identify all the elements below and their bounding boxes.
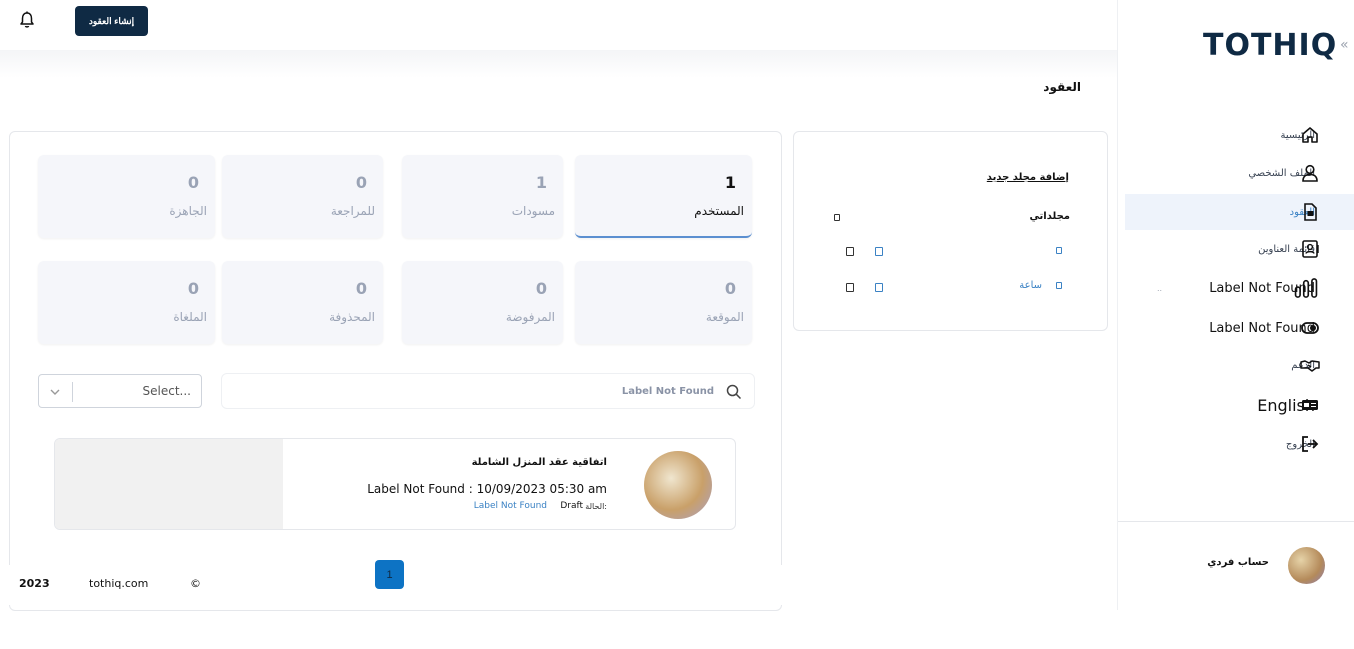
top-bar: إنشاء العقود (0, 0, 1117, 50)
stat-card-cancelled[interactable]: 0 الملغاة (38, 261, 215, 344)
stat-label: للمراجعة (330, 204, 375, 218)
stat-value: 0 (187, 173, 199, 192)
sidebar-divider (1118, 521, 1354, 522)
collapse-sidebar-icon[interactable]: « (1340, 37, 1349, 53)
stat-card-deleted[interactable]: 0 المحذوفة (222, 261, 383, 344)
stat-value: 0 (355, 279, 367, 298)
page-title: العقود (1043, 80, 1081, 94)
home-icon (1302, 127, 1318, 143)
sidebar-item-extra: .. (1157, 284, 1163, 293)
contacts-icon (1302, 240, 1319, 258)
contract-link[interactable]: Label Not Found (474, 501, 547, 511)
select-value: Select... (142, 384, 191, 398)
stat-card-ready[interactable]: 0 الجاهزة (38, 155, 215, 238)
contract-card[interactable]: اتفاقية عقد المنزل الشاملة Label Not Fou… (54, 438, 736, 530)
folders-panel: إضافة مجلد جديد مجلداتي ساعة (793, 131, 1108, 331)
select-separator (72, 382, 73, 402)
contract-title: اتفاقية عقد المنزل الشاملة (471, 457, 607, 468)
user-icon (1302, 164, 1318, 182)
stat-label: الجاهزة (169, 204, 207, 218)
sidebar-item-address-list[interactable]: قائمة العناوين (1125, 231, 1354, 267)
account-name: حساب فردي (1207, 557, 1269, 568)
contract-preview (55, 439, 283, 529)
stat-value: 1 (535, 173, 547, 192)
folder-checkbox[interactable] (846, 283, 854, 292)
add-folder-link[interactable]: إضافة مجلد جديد (987, 172, 1069, 183)
create-contract-button[interactable]: إنشاء العقود (75, 6, 148, 36)
sidebar-item-support[interactable]: الدعم (1125, 347, 1354, 383)
stat-card-drafts[interactable]: 1 مسودات (402, 155, 563, 238)
search-icon (726, 384, 742, 400)
logout-icon (1302, 436, 1319, 452)
contract-image (644, 451, 712, 519)
sidebar-item-contracts[interactable]: العقود (1125, 194, 1354, 230)
footer-copyright: © (190, 577, 201, 590)
toggle-icon (1301, 322, 1319, 334)
avatar[interactable] (1288, 547, 1325, 584)
stat-value: 1 (724, 173, 736, 192)
folder-icon (1056, 282, 1062, 289)
stat-card-rejected[interactable]: 0 المرفوضة (402, 261, 563, 344)
contract-date: Label Not Found : 10/09/2023 05:30 am (367, 482, 607, 496)
folder-checkbox[interactable] (846, 247, 854, 256)
stat-value: 0 (724, 279, 736, 298)
stat-label: مسودات (511, 204, 555, 218)
sidebar-item-analytics[interactable]: .. Label Not Found (1125, 270, 1354, 306)
language-icon (1302, 400, 1318, 410)
contract-status: Draft (560, 501, 583, 511)
sidebar-item-profile[interactable]: الملف الشخصي (1125, 155, 1354, 191)
chevron-down-icon[interactable] (49, 386, 61, 398)
footer-site[interactable]: tothiq.com (89, 577, 148, 590)
notification-bell-icon[interactable] (17, 10, 37, 30)
document-icon (1304, 203, 1317, 221)
sidebar-item-home[interactable]: الرئيسية (1125, 117, 1354, 153)
filter-select[interactable]: Select... (38, 374, 202, 408)
stat-card-user[interactable]: 1 المستخدم (575, 155, 752, 238)
edit-folder-icon[interactable] (875, 283, 883, 292)
search-input[interactable]: Label Not Found (221, 373, 755, 409)
sidebar-item-toggle[interactable]: Label Not Found (1125, 310, 1354, 346)
stat-label: المرفوضة (505, 310, 555, 324)
stat-value: 0 (535, 279, 547, 298)
sidebar-item-language[interactable]: English (1125, 387, 1354, 423)
footer-year: 2023 (19, 577, 50, 590)
contract-status-label: الحالة: (585, 502, 607, 511)
stat-card-review[interactable]: 0 للمراجعة (222, 155, 383, 238)
stat-label: المستخدم (694, 204, 744, 218)
folder-icon (1056, 247, 1062, 254)
my-folders-heading: مجلداتي (1029, 211, 1070, 222)
sidebar-item-logout[interactable]: الخروج (1125, 426, 1354, 462)
folder-name[interactable]: ساعة (1019, 280, 1042, 291)
stat-label: المحذوفة (329, 310, 375, 324)
stat-label: الموقعة (705, 310, 744, 324)
search-placeholder: Label Not Found (621, 386, 714, 397)
pagination-page-button[interactable]: 1 (375, 560, 404, 589)
handshake-icon (1300, 360, 1320, 372)
edit-folder-icon[interactable] (875, 247, 883, 256)
account-menu[interactable]: حساب فردي (1117, 545, 1354, 585)
bar-chart-icon (1294, 278, 1318, 298)
stat-label: الملغاة (173, 310, 207, 324)
logo[interactable]: TOTHIQ (1203, 28, 1337, 63)
stat-value: 0 (187, 279, 199, 298)
top-bar-shadow (0, 50, 1117, 78)
sidebar: TOTHIQ « الرئيسية الملف الشخصي العقود قا… (1117, 0, 1354, 610)
select-all-checkbox[interactable] (834, 214, 840, 221)
stat-value: 0 (355, 173, 367, 192)
stat-card-signed[interactable]: 0 الموقعة (575, 261, 752, 344)
